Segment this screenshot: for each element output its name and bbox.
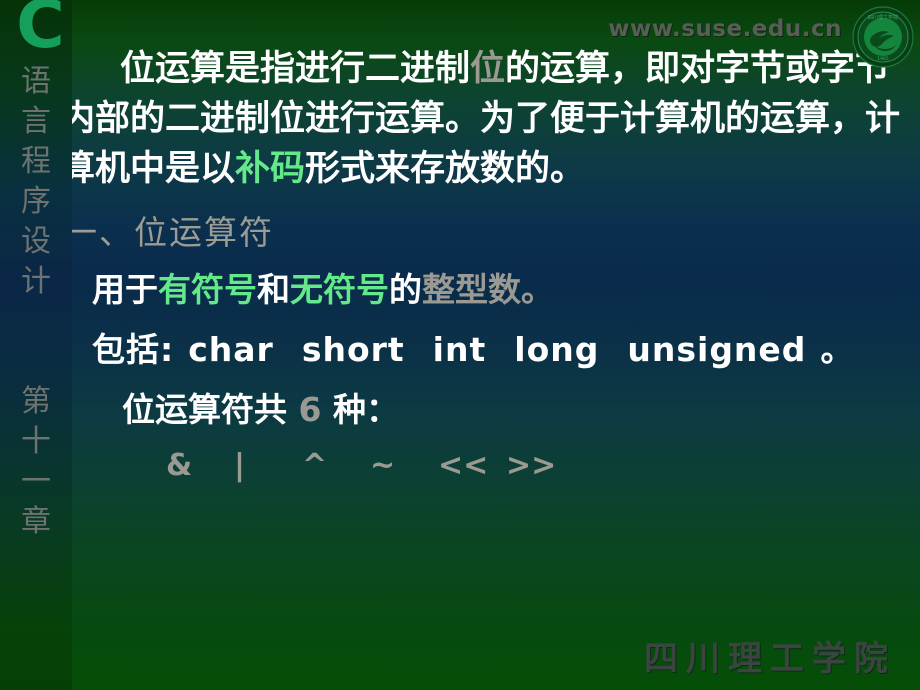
site-url-text: www.suse.edu.cn [608,16,842,42]
sidebar-course-title: 语 言 程 序 设 计 [0,62,72,302]
type-keyword-long: long [514,330,600,369]
paragraph-highlight-complement: 补码 [235,149,306,189]
operator-or: | [234,448,245,483]
sidebar-char: 设 [21,224,51,259]
operator-xor: ^ [302,448,328,483]
type-keyword-unsigned: unsigned [627,330,807,369]
institution-name: 四川理工学院 [644,639,896,679]
type-keyword-int: int [432,330,487,369]
count-prefix: 位运算符共 [122,390,287,429]
usage-integer-type: 整型数 [422,270,521,309]
operator-right-shift: >> [506,448,557,483]
usage-segment: 用于 [92,270,158,309]
sidebar-char: 序 [21,184,51,219]
operator-and: & [166,448,193,483]
types-line: 包括: char short int long unsigned 。 [56,326,914,374]
type-keyword-short: short [301,330,405,369]
operator-left-shift: << [438,448,489,483]
count-suffix: 种： [332,390,399,429]
slide-content: 位运算是指进行二进制位的运算，即对字节或字节内部的二进制位进行运算。为了便于计算… [56,44,914,490]
usage-segment: 和 [257,270,290,309]
sidebar-char: 十 [21,424,51,459]
svg-text:1965: 1965 [877,56,889,62]
svg-text:四川理工学院: 四川理工学院 [868,14,898,21]
sidebar-logo-letter: C [16,0,64,63]
presentation-slide: C 语 言 程 序 设 计 第 十 一 章 www.suse.edu.cn 四川… [0,0,920,690]
types-trailing-period: 。 [820,330,855,369]
section-heading: 一、位运算符 [64,213,274,252]
type-keyword-char: char [188,330,274,369]
usage-line: 用于有符号和无符号的整型数。 [56,266,914,314]
paragraph-segment: 形式来存放数的。 [305,149,586,189]
sidebar-chapter-label: 第 十 一 章 [0,382,72,542]
sidebar-char: 第 [21,384,51,419]
sidebar-char: 章 [21,504,51,539]
slide-sidebar: C 语 言 程 序 设 计 第 十 一 章 [0,0,72,690]
usage-signed: 有符号 [158,270,257,309]
operator-not: ~ [370,448,396,483]
sidebar-char: 言 [21,104,51,139]
sidebar-char: 计 [21,264,51,299]
count-number: 6 [298,390,322,429]
paragraph-highlight-bit: 位 [470,49,506,89]
operator-list: & | ^ ~ << >> [56,442,914,490]
intro-paragraph: 位运算是指进行二进制位的运算，即对字节或字节内部的二进制位进行运算。为了便于计算… [56,44,914,194]
types-label: 包括: [92,330,175,369]
sidebar-char: 一 [21,464,51,499]
usage-period: 。 [521,270,554,309]
sidebar-char: 语 [21,64,51,99]
university-seal-icon: 四川理工学院 1965 [852,6,914,68]
sidebar-char: 程 [21,144,51,179]
paragraph-segment: 位运算是指进行二进制 [120,49,471,89]
operator-count-line: 位运算符共 6 种： [56,386,914,434]
usage-unsigned: 无符号 [290,270,389,309]
usage-segment: 的 [389,270,422,309]
